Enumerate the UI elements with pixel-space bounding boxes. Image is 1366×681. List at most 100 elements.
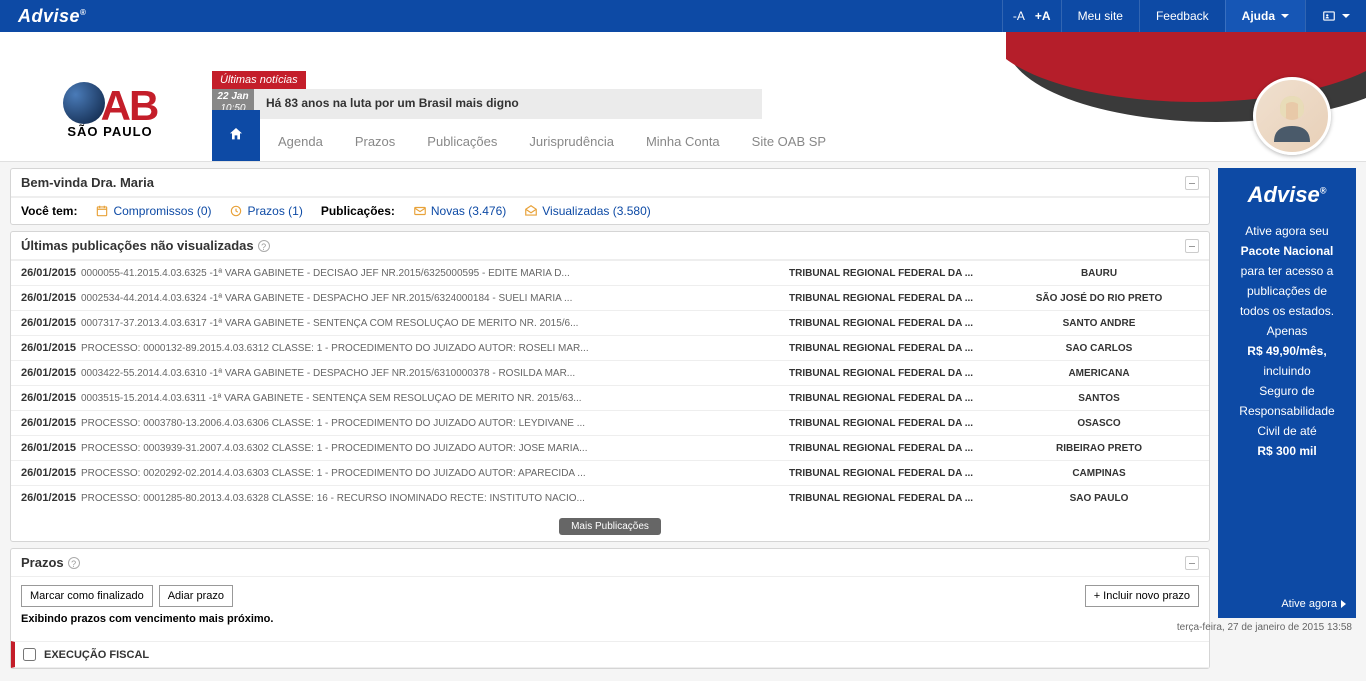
pub-city: AMERICANA: [999, 368, 1199, 379]
topbar-feedback[interactable]: Feedback: [1139, 0, 1225, 32]
table-row[interactable]: 26/01/20150002534-44.2014.4.03.6324 -1ª …: [11, 285, 1209, 310]
pub-desc: PROCESSO: 0003939-31.2007.4.03.6302 CLAS…: [81, 443, 789, 454]
table-row[interactable]: 26/01/2015PROCESSO: 0000132-89.2015.4.03…: [11, 335, 1209, 360]
topbar-ajuda[interactable]: Ajuda: [1225, 0, 1305, 32]
nav-jurisprudencia[interactable]: Jurisprudência: [515, 116, 628, 161]
mail-open-icon: [524, 204, 538, 218]
pub-tribunal: TRIBUNAL REGIONAL FEDERAL DA ...: [789, 418, 999, 429]
pub-date: 26/01/2015: [21, 267, 81, 279]
ad-advise[interactable]: Advise® Ative agora seu Pacote Nacional …: [1218, 168, 1356, 618]
nav-publicacoes[interactable]: Publicações: [413, 116, 511, 161]
pub-tribunal: TRIBUNAL REGIONAL FEDERAL DA ...: [789, 293, 999, 304]
pub-tribunal: TRIBUNAL REGIONAL FEDERAL DA ...: [789, 318, 999, 329]
pub-desc: 0003515-15.2014.4.03.6311 -1ª VARA GABIN…: [81, 393, 789, 404]
ad-brand: Advise®: [1226, 182, 1348, 208]
collapse-icon[interactable]: [1185, 239, 1199, 253]
table-row[interactable]: 26/01/20150003515-15.2014.4.03.6311 -1ª …: [11, 385, 1209, 410]
pub-city: CAMPINAS: [999, 468, 1199, 479]
pub-tribunal: TRIBUNAL REGIONAL FEDERAL DA ...: [789, 343, 999, 354]
nav-home[interactable]: [212, 110, 260, 161]
stat-prazos[interactable]: Prazos (1): [229, 204, 302, 218]
pub-city: RIBEIRAO PRETO: [999, 443, 1199, 454]
pub-city: BAURU: [999, 268, 1199, 279]
prazos-note: Exibindo prazos com vencimento mais próx…: [21, 613, 1199, 625]
help-icon[interactable]: ?: [258, 240, 270, 252]
help-icon[interactable]: ?: [68, 557, 80, 569]
more-publicacoes-button[interactable]: Mais Publicações: [559, 518, 661, 535]
pub-tribunal: TRIBUNAL REGIONAL FEDERAL DA ...: [789, 443, 999, 454]
ad-cta[interactable]: Ative agora: [1281, 598, 1346, 610]
font-decrease[interactable]: -A: [1002, 0, 1035, 32]
pub-desc: PROCESSO: 0001285-80.2013.4.03.6328 CLAS…: [81, 493, 789, 504]
table-row[interactable]: 26/01/2015PROCESSO: 0001285-80.2013.4.03…: [11, 485, 1209, 510]
stat-visualizadas[interactable]: Visualizadas (3.580): [524, 204, 651, 218]
table-row[interactable]: 26/01/20150003422-55.2014.4.03.6310 -1ª …: [11, 360, 1209, 385]
pub-city: SAO PAULO: [999, 493, 1199, 504]
table-row[interactable]: 26/01/2015PROCESSO: 0020292-02.2014.4.03…: [11, 460, 1209, 485]
pub-date: 26/01/2015: [21, 442, 81, 454]
pub-city: SÃO JOSÉ DO RIO PRETO: [999, 293, 1199, 304]
pub-date: 26/01/2015: [21, 317, 81, 329]
main-nav: Agenda Prazos Publicações Jurisprudência…: [212, 110, 840, 161]
pubpanel-title: Últimas publicações não visualizadas: [21, 238, 254, 253]
nav-minhaconta[interactable]: Minha Conta: [632, 116, 734, 161]
adiar-prazo-button[interactable]: Adiar prazo: [159, 585, 233, 607]
table-row[interactable]: 26/01/20150007317-37.2013.4.03.6317 -1ª …: [11, 310, 1209, 335]
home-icon: [228, 126, 244, 142]
ad-price: R$ 49,90/mês,: [1226, 342, 1348, 360]
topbar-meusite[interactable]: Meu site: [1061, 0, 1139, 32]
pub-desc: PROCESSO: 0000132-89.2015.4.03.6312 CLAS…: [81, 343, 789, 354]
collapse-icon[interactable]: [1185, 556, 1199, 570]
collapse-icon[interactable]: [1185, 176, 1199, 190]
prazo-item[interactable]: EXECUÇÃO FISCAL: [11, 641, 1209, 668]
publicacoes-label: Publicações:: [321, 204, 395, 218]
nav-siteoab[interactable]: Site OAB SP: [738, 116, 840, 161]
news-badge: Últimas notícias: [212, 71, 306, 89]
pub-date: 26/01/2015: [21, 492, 81, 504]
topbar-brand: Advise®: [0, 6, 104, 27]
avatar[interactable]: [1253, 77, 1331, 155]
prazo-item-title: EXECUÇÃO FISCAL: [44, 649, 149, 661]
pub-desc: 0003422-55.2014.4.03.6310 -1ª VARA GABIN…: [81, 368, 789, 379]
pub-city: OSASCO: [999, 418, 1199, 429]
voce-tem-label: Você tem:: [21, 204, 77, 218]
avatar-image: [1262, 86, 1322, 146]
logo-oab: AB SÃO PAULO: [20, 82, 200, 139]
mail-icon: [413, 204, 427, 218]
prazo-checkbox[interactable]: [23, 648, 36, 661]
pub-desc: 0002534-44.2014.4.03.6324 -1ª VARA GABIN…: [81, 293, 789, 304]
table-row[interactable]: 26/01/20150000055-41.2015.4.03.6325 -1ª …: [11, 260, 1209, 285]
id-card-icon: [1322, 9, 1336, 23]
pub-tribunal: TRIBUNAL REGIONAL FEDERAL DA ...: [789, 368, 999, 379]
clock-icon: [229, 204, 243, 218]
header: AB SÃO PAULO Últimas notícias 22 Jan 10:…: [0, 32, 1366, 162]
pub-tribunal: TRIBUNAL REGIONAL FEDERAL DA ...: [789, 268, 999, 279]
prazos-title: Prazos: [21, 555, 64, 570]
stat-compromissos[interactable]: Compromissos (0): [95, 204, 211, 218]
marcar-finalizado-button[interactable]: Marcar como finalizado: [21, 585, 153, 607]
table-row[interactable]: 26/01/2015PROCESSO: 0003780-13.2006.4.03…: [11, 410, 1209, 435]
pub-desc: PROCESSO: 0020292-02.2014.4.03.6303 CLAS…: [81, 468, 789, 479]
pub-tribunal: TRIBUNAL REGIONAL FEDERAL DA ...: [789, 468, 999, 479]
footer-datetime: terça-feira, 27 de janeiro de 2015 13:58: [1177, 622, 1352, 633]
nav-prazos[interactable]: Prazos: [341, 116, 409, 161]
stat-novas[interactable]: Novas (3.476): [413, 204, 506, 218]
welcome-title: Bem-vinda Dra. Maria: [21, 175, 154, 190]
table-row[interactable]: 26/01/2015PROCESSO: 0003939-31.2007.4.03…: [11, 435, 1209, 460]
nav-agenda[interactable]: Agenda: [264, 116, 337, 161]
prazos-panel: Prazos? Marcar como finalizado Adiar pra…: [10, 548, 1210, 669]
pub-city: SANTO ANDRE: [999, 318, 1199, 329]
pub-date: 26/01/2015: [21, 292, 81, 304]
incluir-prazo-button[interactable]: + Incluir novo prazo: [1085, 585, 1199, 607]
font-increase[interactable]: +A: [1035, 0, 1061, 32]
publicacoes-panel: Últimas publicações não visualizadas? 26…: [10, 231, 1210, 542]
pub-desc: 0007317-37.2013.4.03.6317 -1ª VARA GABIN…: [81, 318, 789, 329]
pub-tribunal: TRIBUNAL REGIONAL FEDERAL DA ...: [789, 493, 999, 504]
welcome-panel: Bem-vinda Dra. Maria Você tem: Compromis…: [10, 168, 1210, 225]
pub-desc: PROCESSO: 0003780-13.2006.4.03.6306 CLAS…: [81, 418, 789, 429]
pub-city: SAO CARLOS: [999, 343, 1199, 354]
pub-date: 26/01/2015: [21, 342, 81, 354]
pub-date: 26/01/2015: [21, 467, 81, 479]
topbar-user-menu[interactable]: [1305, 0, 1366, 32]
pub-tribunal: TRIBUNAL REGIONAL FEDERAL DA ...: [789, 393, 999, 404]
